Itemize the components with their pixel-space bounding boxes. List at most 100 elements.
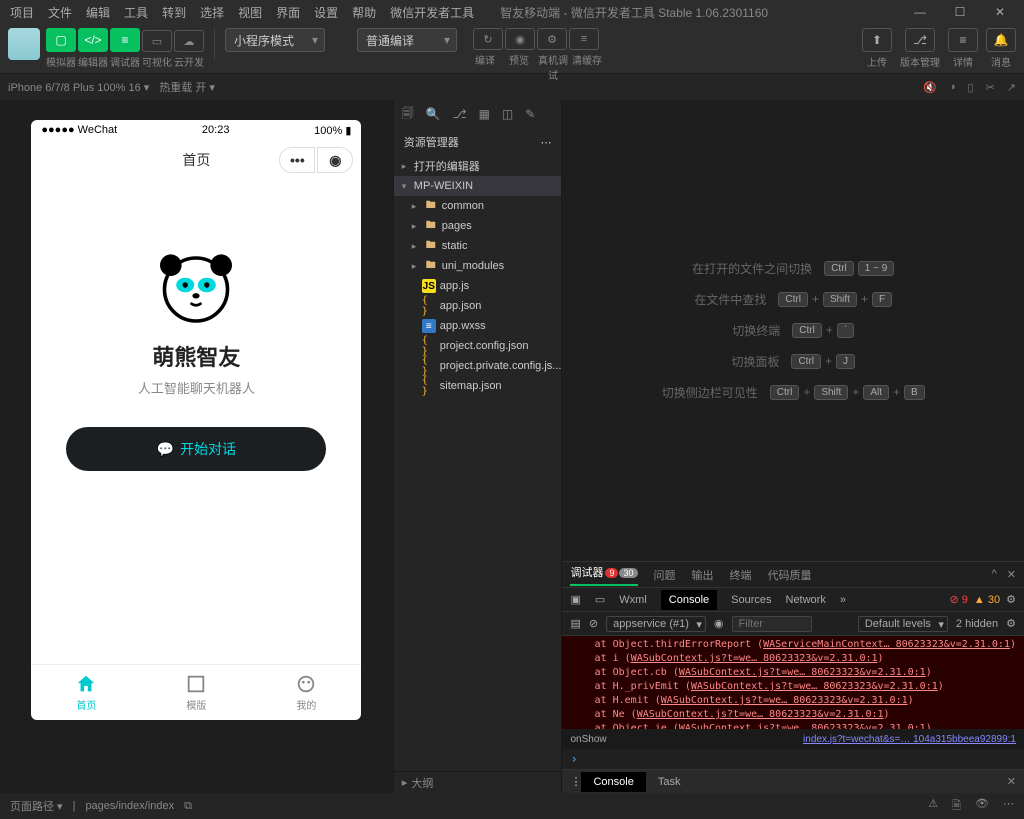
problems-tab[interactable]: 问题	[654, 567, 676, 583]
folder-common[interactable]: ▸🖿common	[394, 196, 562, 216]
settings-icon[interactable]: ⚙	[1006, 617, 1016, 630]
minimize-button[interactable]: —	[900, 0, 940, 24]
tab-template[interactable]: 模版	[141, 665, 251, 720]
chevron-up-icon[interactable]: ^	[992, 568, 997, 581]
context-select[interactable]: appservice (#1)	[606, 616, 706, 632]
avatar[interactable]	[8, 28, 40, 60]
source-link[interactable]: index.js?t=wechat&s=… 104a315bbeea92899:…	[803, 734, 1016, 745]
cloud-dev-button[interactable]: ☁	[174, 30, 204, 52]
outline-section[interactable]: ▸大纲	[394, 771, 562, 793]
menu-编辑[interactable]: 编辑	[80, 2, 116, 23]
file-project.private.config.js...[interactable]: { }project.private.config.js...	[394, 356, 562, 376]
capsule-menu-button[interactable]: •••	[279, 147, 315, 173]
preview-button[interactable]: ◉	[505, 28, 535, 50]
plugin-icon[interactable]: ◫	[502, 107, 513, 121]
more-icon[interactable]: ⋯	[540, 136, 551, 149]
file-app.js[interactable]: JSapp.js	[394, 276, 562, 296]
levels-select[interactable]: Default levels	[858, 616, 948, 632]
menu-视图[interactable]: 视图	[232, 2, 268, 23]
menu-选择[interactable]: 选择	[194, 2, 230, 23]
menu-文件[interactable]: 文件	[42, 2, 78, 23]
console-input[interactable]: ›	[562, 749, 1024, 769]
上传-button[interactable]: ⬆	[862, 28, 892, 52]
tab-home[interactable]: 首页	[31, 665, 141, 720]
menu-项目[interactable]: 项目	[4, 2, 40, 23]
open-editors-section[interactable]: ▸打开的编辑器	[394, 156, 562, 176]
folder-static[interactable]: ▸🖿static	[394, 236, 562, 256]
inspect-icon[interactable]: ▣	[570, 593, 580, 606]
terminal-tab[interactable]: 终端	[730, 567, 752, 583]
folder-pages[interactable]: ▸🖿pages	[394, 216, 562, 236]
sidebar-toggle-icon[interactable]: ▤	[570, 617, 580, 630]
menu-工具[interactable]: 工具	[118, 2, 154, 23]
editor-button[interactable]: </>	[78, 28, 108, 52]
file-sitemap.json[interactable]: { }sitemap.json	[394, 376, 562, 396]
file-app.wxss[interactable]: ≡app.wxss	[394, 316, 562, 336]
output-tab[interactable]: 输出	[692, 567, 714, 583]
more-status-icon[interactable]: ⋯	[1003, 797, 1014, 816]
menu-转到[interactable]: 转到	[156, 2, 192, 23]
menu-设置[interactable]: 设置	[308, 2, 344, 23]
menu-界面[interactable]: 界面	[270, 2, 306, 23]
capsule-close-button[interactable]: ◉	[317, 147, 353, 173]
more-tabs[interactable]: »	[840, 594, 846, 606]
doc-status-icon[interactable]: 🗎	[952, 797, 961, 816]
eye-icon[interactable]: ◉	[714, 617, 724, 630]
file-project.config.json[interactable]: { }project.config.json	[394, 336, 562, 356]
close-drawer-icon[interactable]: ✕	[1007, 775, 1016, 788]
clear-cache-button[interactable]: ≡	[569, 28, 599, 50]
warning-count[interactable]: ▲ 30	[974, 594, 1000, 606]
menu-微信开发者工具[interactable]: 微信开发者工具	[384, 2, 480, 23]
branch-icon[interactable]: ⎇	[453, 107, 467, 121]
版本管理-button[interactable]: ⎇	[905, 28, 935, 52]
refresh-icon[interactable]: ◑	[949, 81, 956, 94]
close-icon[interactable]: ✕	[1007, 568, 1016, 581]
menu-帮助[interactable]: 帮助	[346, 2, 382, 23]
remote-debug-button[interactable]: ⚙	[537, 28, 567, 50]
expand-icon[interactable]: ↗	[1007, 81, 1016, 94]
error-count[interactable]: ⊘ 9	[950, 593, 968, 606]
view-status-icon[interactable]: 👁	[975, 797, 989, 816]
详情-button[interactable]: ≡	[948, 28, 978, 52]
project-section[interactable]: ▾MP-WEIXIN	[394, 176, 562, 196]
start-chat-button[interactable]: 💬 开始对话	[66, 427, 326, 471]
warn-status-icon[interactable]: ⚠	[928, 797, 938, 816]
network-tab[interactable]: Network	[786, 594, 826, 606]
device-toggle-icon[interactable]: ▭	[595, 593, 605, 606]
mute-icon[interactable]: 🔇	[923, 81, 937, 94]
消息-button[interactable]: 🔔	[986, 28, 1016, 52]
hot-reload-select[interactable]: 热重载 开	[159, 79, 215, 95]
filter-input[interactable]	[732, 616, 812, 632]
files-icon[interactable]: 🗐	[402, 104, 414, 125]
simulator-button[interactable]: ▢	[46, 28, 76, 52]
wxml-tab[interactable]: Wxml	[619, 594, 647, 606]
cut-icon[interactable]: ✂	[986, 81, 995, 94]
mode-select[interactable]: 小程序模式	[225, 28, 325, 52]
device-icon[interactable]: ▯	[968, 81, 974, 94]
search-icon[interactable]: 🔍	[426, 107, 441, 121]
compile-button[interactable]: ↻	[473, 28, 503, 50]
gear-icon[interactable]: ⚙	[1006, 593, 1016, 606]
compile-select[interactable]: 普通编译	[357, 28, 457, 52]
brush-icon[interactable]: ✎	[525, 107, 535, 121]
close-button[interactable]: ✕	[980, 0, 1020, 24]
sources-tab[interactable]: Sources	[731, 594, 771, 606]
maximize-button[interactable]: ☐	[940, 0, 980, 24]
quality-tab[interactable]: 代码质量	[768, 567, 812, 583]
extension-icon[interactable]: ▦	[479, 107, 490, 121]
device-select[interactable]: iPhone 6/7/8 Plus 100% 16	[8, 81, 149, 94]
tab-mine[interactable]: 我的	[251, 665, 361, 720]
hidden-count[interactable]: 2 hidden	[956, 618, 998, 630]
visualize-button[interactable]: ▭	[142, 30, 172, 52]
console-tab[interactable]: Console	[661, 590, 717, 610]
folder-uni_modules[interactable]: ▸🖿uni_modules	[394, 256, 562, 276]
page-path[interactable]: pages/index/index	[85, 800, 174, 812]
copy-path-icon[interactable]: ⧉	[184, 800, 192, 813]
file-app.json[interactable]: { }app.json	[394, 296, 562, 316]
bottom-task-tab[interactable]: Task	[646, 772, 693, 792]
debugger-tab[interactable]: 调试器930	[570, 564, 637, 586]
clear-console-icon[interactable]: ⊘	[589, 617, 598, 630]
bottom-console-tab[interactable]: Console	[581, 772, 645, 792]
drawer-toggle-icon[interactable]: ⋮	[570, 775, 581, 788]
debugger-button[interactable]: ≡	[110, 28, 140, 52]
